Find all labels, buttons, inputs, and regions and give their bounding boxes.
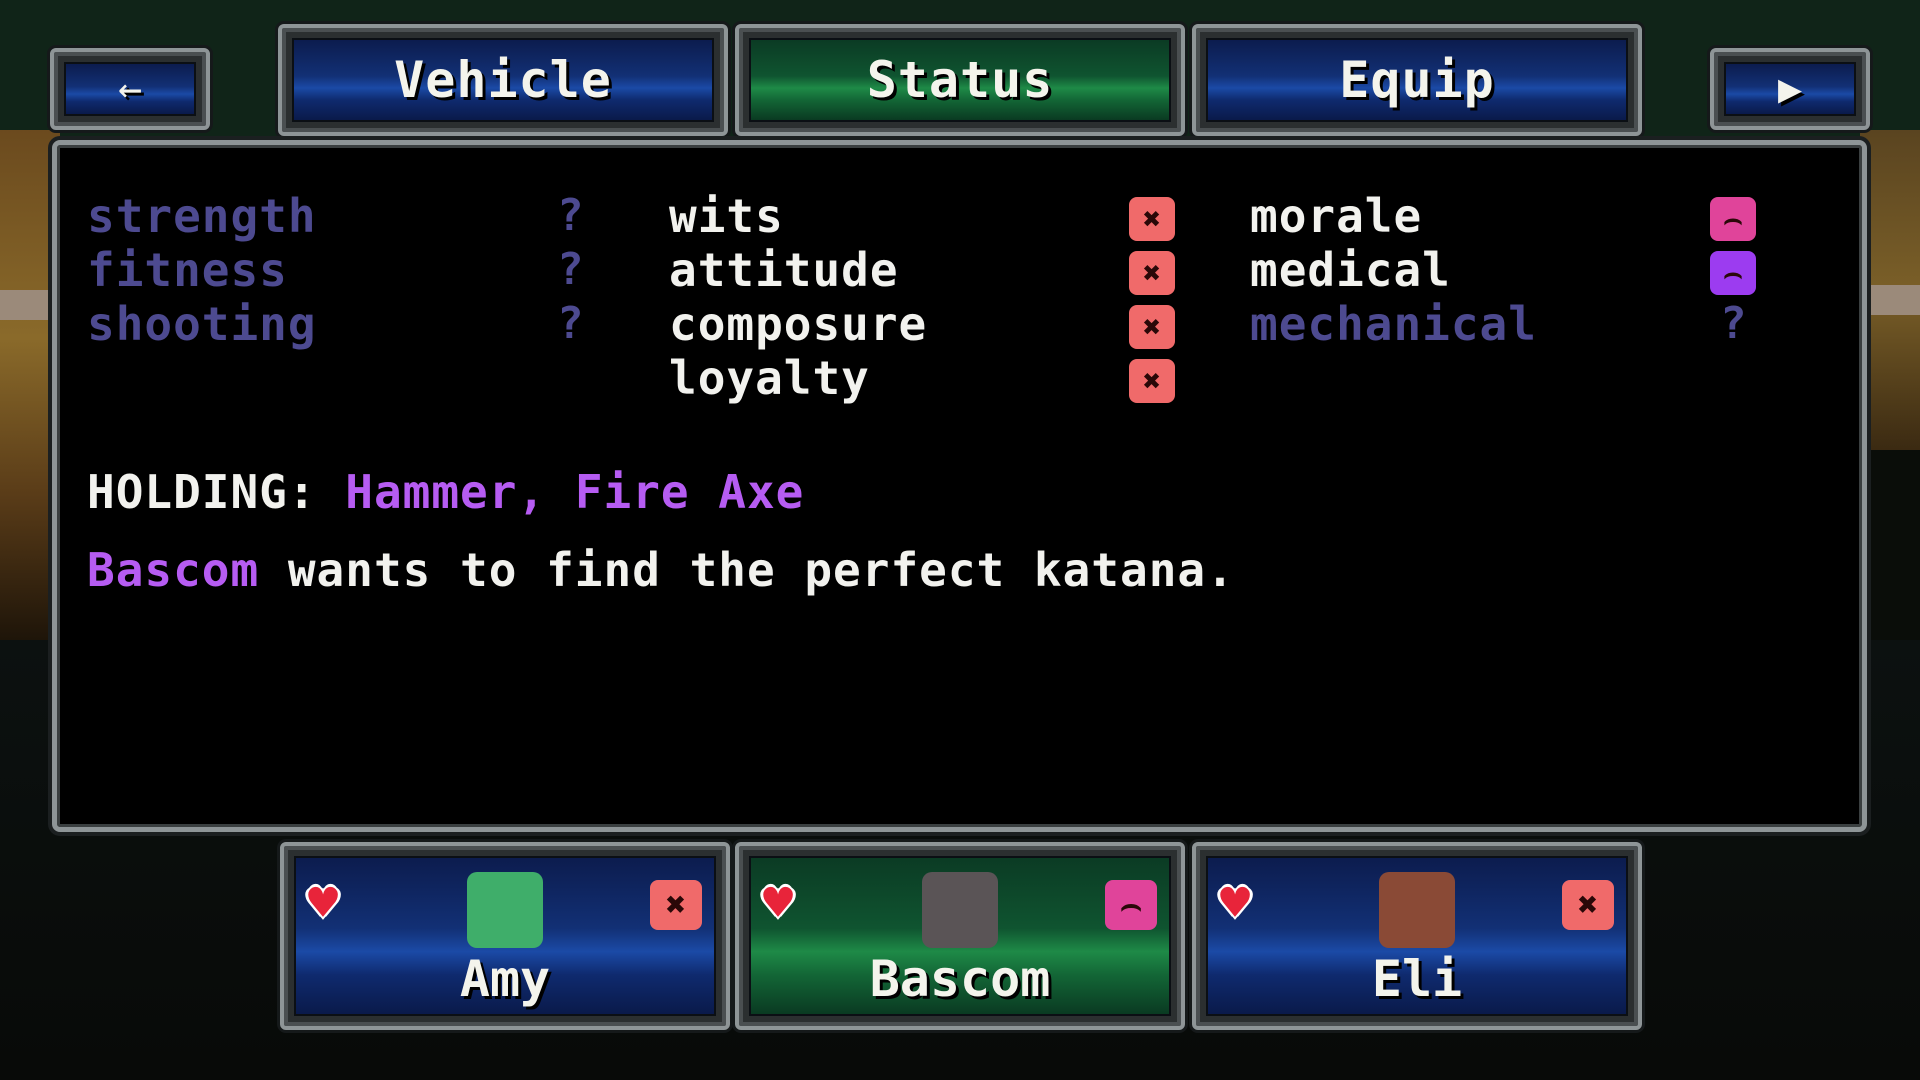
stat-row-fitness: fitness ? — [87, 243, 607, 297]
sad-face-icon: ⌢ — [1105, 880, 1157, 930]
heart-icon: ♥ — [763, 874, 794, 932]
stat-name: loyalty — [669, 351, 870, 405]
character-portrait — [467, 872, 543, 948]
sad-face-icon: ⌢ — [1710, 251, 1756, 295]
party-card-bascom[interactable]: ♥ ⌢ Bascom — [735, 842, 1185, 1030]
tab-status[interactable]: Status — [735, 24, 1185, 136]
stat-row-strength: strength ? — [87, 189, 607, 243]
angry-face-icon: ✖ — [1562, 880, 1614, 930]
heart-icon: ♥ — [1220, 874, 1251, 932]
stat-name: composure — [669, 297, 928, 351]
stat-name: wits — [669, 189, 784, 243]
angry-face-icon: ✖ — [1129, 197, 1175, 241]
stat-name: attitude — [669, 243, 899, 297]
back-arrow-icon: ← — [117, 66, 143, 112]
stat-name: medical — [1250, 243, 1451, 297]
stat-row-medical: medical ⌢ — [1250, 243, 1810, 297]
stat-row-shooting: shooting ? — [87, 297, 607, 351]
stat-name: morale — [1250, 189, 1423, 243]
stat-column-skills: morale ⌢ medical ⌢ mechanical ? — [1250, 189, 1810, 351]
play-arrow-icon: ▶ — [1777, 66, 1803, 112]
tab-equip[interactable]: Equip — [1192, 24, 1642, 136]
goal-text: wants to find the perfect katana. — [259, 543, 1235, 597]
stat-row-attitude: attitude ✖ — [669, 243, 1175, 297]
stat-name: shooting — [87, 297, 317, 351]
unknown-value: ? — [557, 190, 584, 241]
road-right — [1860, 285, 1920, 315]
character-portrait — [922, 872, 998, 948]
stat-name: fitness — [87, 243, 288, 297]
back-button[interactable]: ← — [50, 48, 210, 130]
holding-line: HOLDING: Hammer, Fire Axe — [87, 465, 804, 519]
stat-name: mechanical — [1250, 297, 1537, 351]
stat-column-physical: strength ? fitness ? shooting ? — [87, 189, 607, 351]
stat-row-wits: wits ✖ — [669, 189, 1175, 243]
heart-icon: ♥ — [308, 874, 339, 932]
angry-face-icon: ✖ — [1129, 305, 1175, 349]
sad-face-icon: ⌢ — [1710, 197, 1756, 241]
tab-label: Vehicle — [394, 51, 612, 109]
angry-face-icon: ✖ — [1129, 359, 1175, 403]
unknown-value: ? — [557, 298, 584, 349]
stat-row-composure: composure ✖ — [669, 297, 1175, 351]
goal-character-name: Bascom — [87, 543, 260, 597]
party-card-eli[interactable]: ♥ ✖ Eli — [1192, 842, 1642, 1030]
forward-button[interactable]: ▶ — [1710, 48, 1870, 130]
stat-column-mental: wits ✖ attitude ✖ composure ✖ loyalty ✖ — [669, 189, 1175, 405]
party-member-name: Eli — [1371, 950, 1463, 1008]
party-card-amy[interactable]: ♥ ✖ Amy — [280, 842, 730, 1030]
character-portrait — [1379, 872, 1455, 948]
stat-name: strength — [87, 189, 317, 243]
party-member-name: Bascom — [869, 950, 1051, 1008]
angry-face-icon: ✖ — [650, 880, 702, 930]
tab-vehicle[interactable]: Vehicle — [278, 24, 728, 136]
goal-line: Bascom wants to find the perfect katana. — [87, 543, 1235, 597]
angry-face-icon: ✖ — [1129, 251, 1175, 295]
road-left — [0, 290, 60, 320]
holding-label: HOLDING: — [87, 465, 317, 519]
unknown-value: ? — [1720, 298, 1747, 349]
stat-row-mechanical: mechanical ? — [1250, 297, 1810, 351]
tab-label: Equip — [1339, 51, 1495, 109]
stat-row-morale: morale ⌢ — [1250, 189, 1810, 243]
party-member-name: Amy — [459, 950, 551, 1008]
stat-row-loyalty: loyalty ✖ — [669, 351, 1175, 405]
ground-left — [0, 130, 60, 650]
holding-items: Hammer, Fire Axe — [345, 465, 805, 519]
status-panel: strength ? fitness ? shooting ? wits ✖ a… — [52, 140, 1867, 832]
tab-label: Status — [866, 51, 1054, 109]
unknown-value: ? — [557, 244, 584, 295]
